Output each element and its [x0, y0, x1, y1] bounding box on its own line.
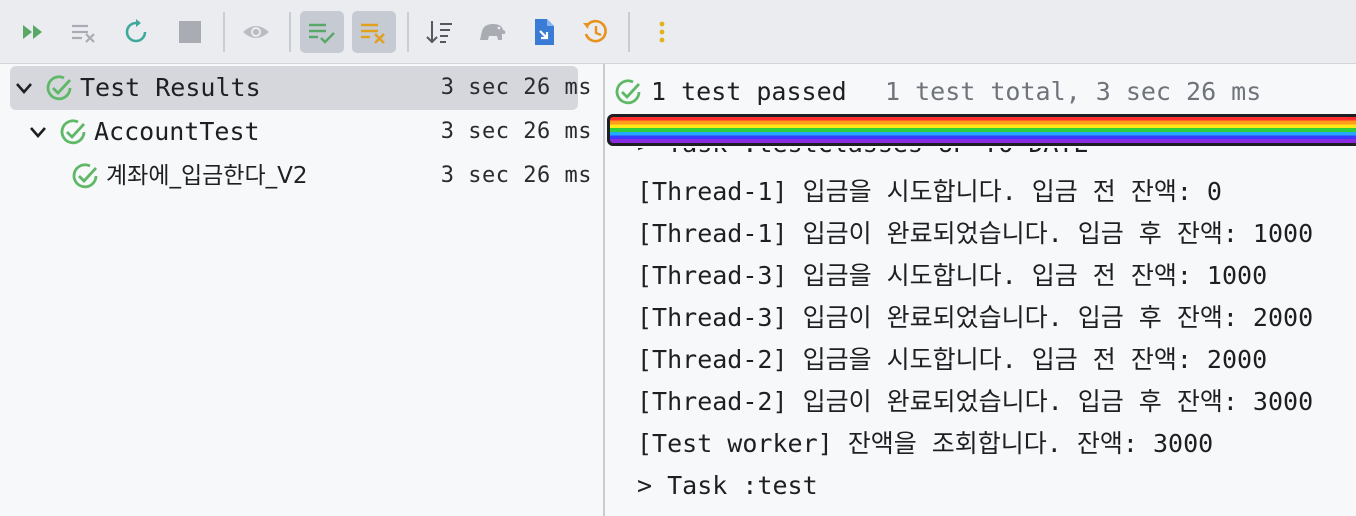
console-line: [Thread-2] 입금을 시도합니다. 입금 전 잔액: 2000 [637, 345, 1268, 374]
stop-button[interactable] [168, 11, 212, 53]
toolbar-separator [628, 12, 630, 52]
tree-item-label: AccountTest [94, 117, 260, 146]
test-runner-toolbar [0, 0, 1356, 64]
test-output-panel: 1 test passed 1 test total, 3 sec 26 ms … [605, 64, 1356, 516]
console-line: [Thread-1] 입금이 완료되었습니다. 입금 후 잔액: 1000 [637, 219, 1314, 248]
console-line: [Thread-3] 입금을 시도합니다. 입금 전 잔액: 1000 [637, 261, 1268, 290]
toolbar-separator [407, 12, 409, 52]
tree-item-accounttest[interactable]: AccountTest 3 sec 26 ms [10, 110, 591, 154]
tree-item-label: 계좌에_입금한다_V2 [106, 163, 308, 189]
elephant-icon [480, 24, 506, 40]
vertical-dots-icon [659, 21, 665, 43]
chevron-down-icon[interactable] [12, 76, 36, 100]
history-clock-icon [583, 19, 607, 43]
double-play-icon [23, 25, 42, 39]
console-output[interactable]: > Task :testClasses UP-TO-DATE [Thread-1… [605, 148, 1356, 516]
import-tests-button[interactable] [470, 11, 514, 53]
test-passed-icon [615, 79, 641, 105]
console-line: [Thread-2] 입금이 완료되었습니다. 입금 후 잔액: 3000 [637, 387, 1314, 416]
test-tree-panel: Test Results 3 sec 26 ms AccountTest 3 s… [0, 64, 604, 516]
console-line: [Thread-1] 입금을 시도합니다. 입금 전 잔액: 0 [637, 177, 1222, 206]
show-ignored-button[interactable] [234, 11, 278, 53]
test-passed-icon [60, 119, 86, 145]
show-passed-button[interactable] [300, 11, 344, 53]
eye-icon [243, 26, 269, 38]
tree-item-duration: 3 sec 26 ms [440, 119, 592, 144]
toggle-auto-test-button[interactable] [114, 11, 158, 53]
export-file-icon [535, 19, 554, 45]
tree-item-duration: 3 sec 26 ms [440, 75, 592, 100]
toolbar-separator [289, 12, 291, 52]
test-progress-bar [607, 114, 1356, 146]
tree-item-duration: 3 sec 26 ms [440, 163, 592, 188]
chevron-down-icon[interactable] [26, 120, 50, 144]
sort-button[interactable] [418, 11, 462, 53]
stop-square-icon [179, 21, 201, 43]
sort-icon [426, 21, 452, 44]
test-passed-icon [46, 75, 72, 101]
tree-item-test-results[interactable]: Test Results 3 sec 26 ms [10, 66, 591, 110]
console-line: [Thread-3] 입금이 완료되었습니다. 입금 후 잔액: 2000 [637, 303, 1314, 332]
list-x-orange-icon [361, 23, 385, 44]
toolbar-separator [223, 12, 225, 52]
rerun-tests-button[interactable] [12, 11, 56, 53]
console-line: [Test worker] 잔액을 조회합니다. 잔액: 3000 [637, 429, 1214, 458]
refresh-icon [125, 19, 147, 43]
tree-item-label: Test Results [80, 73, 261, 102]
console-line: > Task :testClasses UP-TO-DATE [637, 148, 1089, 162]
console-line: > Task :test [637, 471, 818, 500]
tests-passed-text: 1 test passed [651, 77, 847, 106]
export-results-button[interactable] [522, 11, 566, 53]
more-options-button[interactable] [640, 11, 684, 53]
tests-total-text: 1 test total, 3 sec 26 ms [885, 77, 1262, 106]
list-x-icon [72, 24, 95, 43]
test-passed-icon [72, 163, 98, 189]
tree-item-test-method[interactable]: 계좌에_입금한다_V2 3 sec 26 ms [10, 154, 591, 198]
rerun-failed-button[interactable] [62, 11, 106, 53]
show-failed-button[interactable] [352, 11, 396, 53]
test-history-button[interactable] [574, 11, 618, 53]
list-check-icon [309, 23, 335, 44]
